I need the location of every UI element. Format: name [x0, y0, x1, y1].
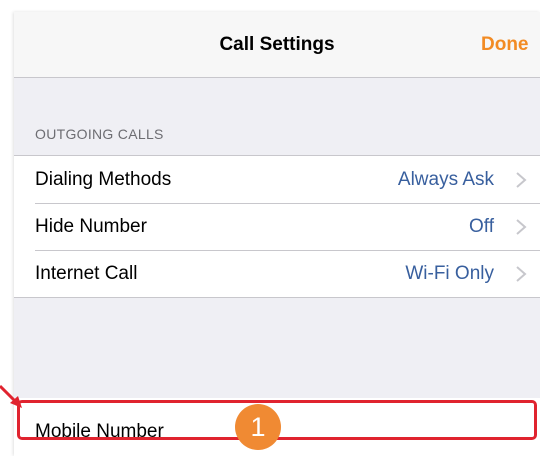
row-value: Off	[469, 216, 494, 237]
done-button[interactable]: Done	[481, 34, 529, 56]
navigation-bar: Call Settings Done	[14, 12, 540, 78]
internet-call-row[interactable]: Internet Call Wi-Fi Only	[14, 250, 540, 297]
row-label: Dialing Methods	[35, 169, 172, 190]
arrow-icon	[0, 384, 22, 408]
dialing-methods-row[interactable]: Dialing Methods Always Ask	[14, 156, 540, 203]
outgoing-calls-group: Dialing Methods Always Ask Hide Number O…	[14, 155, 540, 298]
page-title: Call Settings	[219, 34, 335, 55]
row-label: Hide Number	[35, 216, 147, 237]
row-value: Wi-Fi Only	[405, 263, 494, 284]
chevron-right-icon	[516, 219, 527, 235]
hide-number-row[interactable]: Hide Number Off	[14, 203, 540, 250]
row-label: Internet Call	[35, 263, 138, 284]
settings-panel: Call Settings Done OUTGOING CALLS Dialin…	[14, 12, 540, 456]
chevron-right-icon	[516, 266, 527, 282]
row-value: Always Ask	[397, 169, 494, 190]
step-badge: 1	[235, 404, 281, 450]
section-header-outgoing-calls: OUTGOING CALLS	[35, 126, 164, 142]
chevron-right-icon	[516, 172, 527, 188]
